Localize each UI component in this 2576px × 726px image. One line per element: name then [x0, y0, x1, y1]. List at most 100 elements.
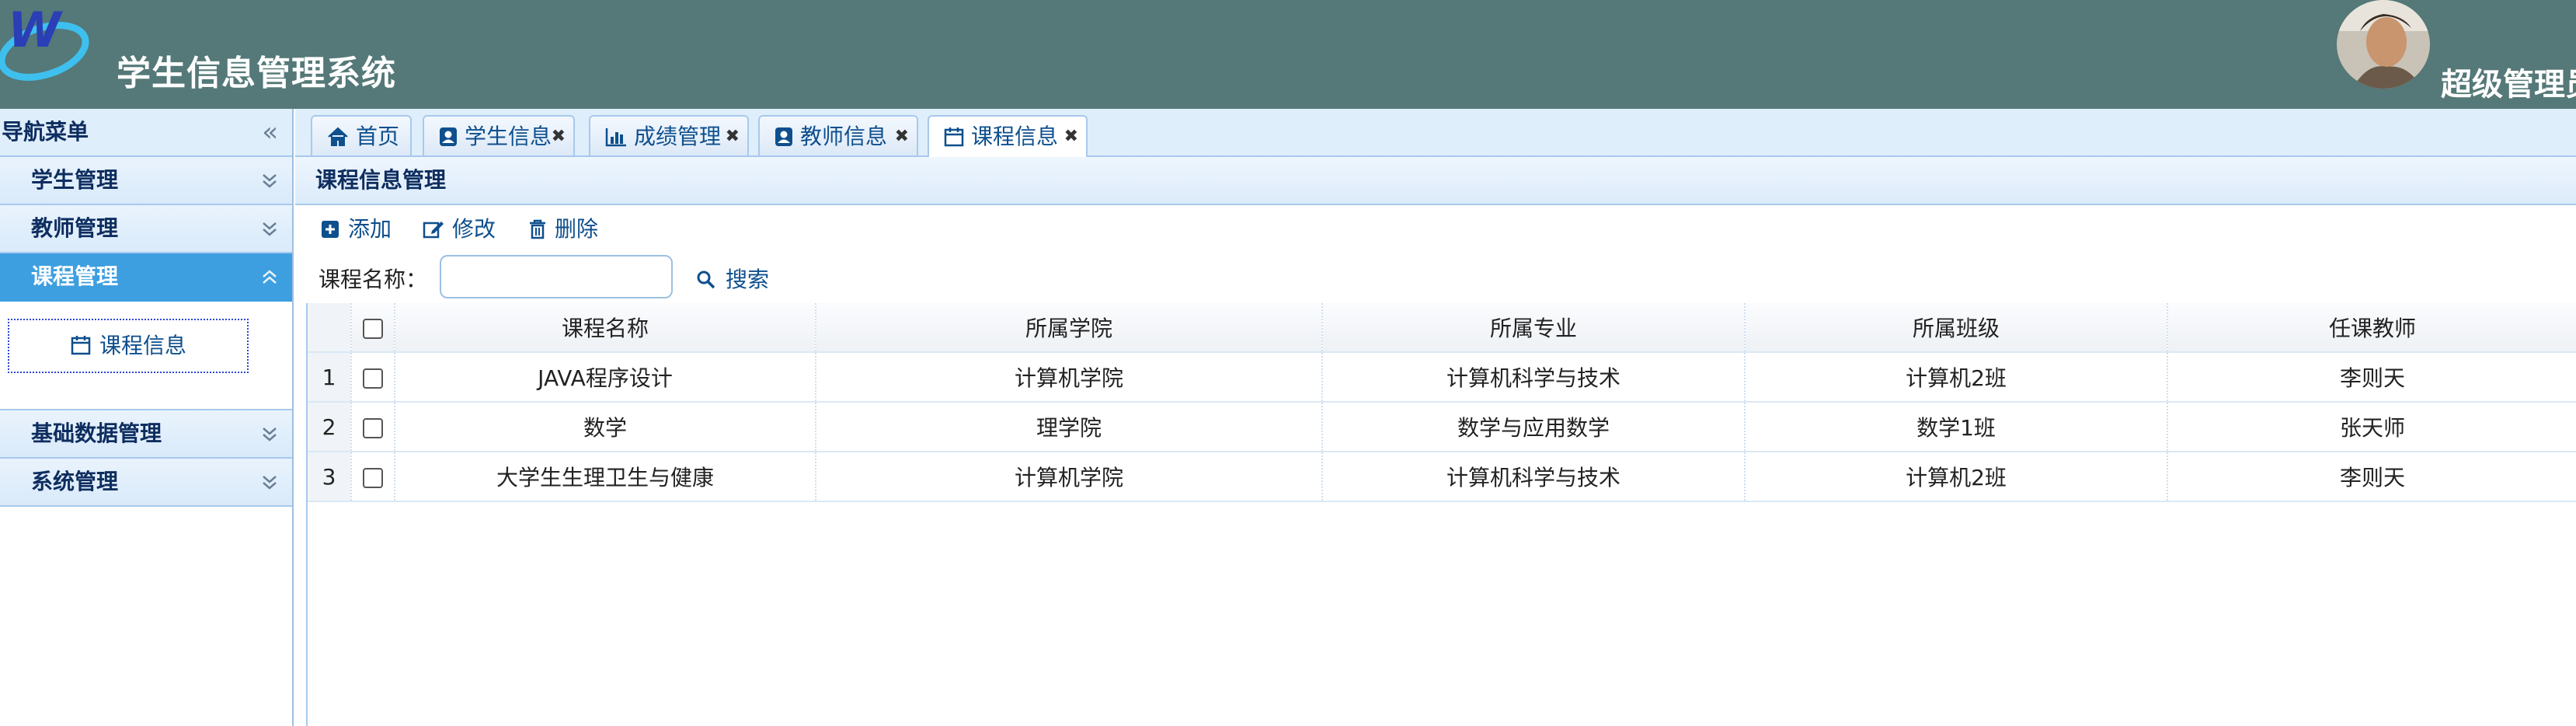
- menu-group-label: 系统管理: [31, 469, 119, 494]
- row-checkbox-cell: [351, 352, 395, 403]
- table-cell: 计算机2班: [1745, 452, 2168, 502]
- sidebar-title: 导航菜单: [2, 119, 89, 145]
- double-chevron-down-icon: [263, 222, 277, 236]
- menu-group-label: 学生管理: [31, 167, 119, 193]
- tab-label: 首页: [356, 124, 400, 149]
- trash-icon: [530, 219, 545, 239]
- table-cell: 张天师: [2167, 402, 2576, 452]
- course-name-input[interactable]: [440, 255, 673, 298]
- column-header[interactable]: 所属班级: [1745, 303, 2168, 353]
- column-header[interactable]: 任课教师: [2167, 303, 2576, 353]
- home-icon: [328, 127, 348, 146]
- table-row[interactable]: 3 大学生生理卫生与健康 计算机学院 计算机科学与技术 计算机2班 李则天: [308, 452, 2576, 502]
- table-cell: 数学: [395, 402, 816, 452]
- menu-group-teacher[interactable]: 教师管理: [0, 205, 292, 253]
- row-checkbox[interactable]: [363, 368, 383, 389]
- tab-label: 教师信息: [800, 124, 888, 149]
- delete-button[interactable]: 删除: [528, 213, 598, 246]
- column-header[interactable]: 所属学院: [816, 303, 1323, 353]
- user-card-icon: [775, 127, 792, 146]
- bar-chart-icon: [605, 128, 626, 147]
- w-logo-icon: W: [0, 2, 89, 81]
- user-card-icon: [440, 127, 457, 146]
- table-cell: 计算机科学与技术: [1322, 352, 1746, 403]
- close-tab-icon[interactable]: ✖: [895, 117, 909, 157]
- column-header[interactable]: 所属专业: [1322, 303, 1746, 353]
- main-content: 首页 学生信息 ✖ 成绩管理 ✖ 教师信息 ✖ 课程信息 ✖ 课程信息管理 添加…: [295, 109, 2576, 726]
- search-bar: 课程名称： 搜索: [295, 252, 2576, 302]
- table-cell: 计算机科学与技术: [1322, 452, 1746, 502]
- toolbar: 添加 修改 删除: [295, 207, 2576, 250]
- double-chevron-up-icon: [263, 270, 277, 284]
- panel-title: 课程信息管理: [295, 157, 2576, 205]
- calendar-icon: [944, 127, 964, 147]
- row-checkbox-cell: [351, 452, 395, 502]
- table-cell: 计算机学院: [816, 352, 1323, 403]
- table-cell: 理学院: [816, 402, 1323, 452]
- table-row[interactable]: 2 数学 理学院 数学与应用数学 数学1班 张天师: [308, 402, 2576, 452]
- row-number: 3: [308, 452, 352, 502]
- tab-label: 课程信息: [971, 124, 1059, 149]
- tab-student-info[interactable]: 学生信息 ✖: [423, 115, 575, 155]
- menu-group-label: 基础数据管理: [31, 421, 162, 446]
- menu-group-student[interactable]: 学生管理: [0, 157, 292, 205]
- column-header[interactable]: 课程名称: [395, 303, 816, 353]
- collapse-sidebar-icon[interactable]: «: [262, 109, 278, 155]
- table-header-row: 课程名称 所属学院 所属专业 所属班级 任课教师: [308, 303, 2576, 353]
- tab-teacher-info[interactable]: 教师信息 ✖: [758, 115, 918, 155]
- delete-button-label: 删除: [555, 216, 599, 242]
- add-button-label: 添加: [348, 216, 392, 242]
- menu-group-basic-data[interactable]: 基础数据管理: [0, 410, 292, 459]
- user-name[interactable]: 超级管理员: [2441, 59, 2576, 104]
- table-cell: 数学1班: [1745, 402, 2168, 452]
- search-button-label: 搜索: [726, 267, 770, 292]
- close-tab-icon[interactable]: ✖: [552, 117, 566, 157]
- row-checkbox[interactable]: [363, 417, 383, 438]
- tab-bar: 首页 学生信息 ✖ 成绩管理 ✖ 教师信息 ✖ 课程信息 ✖: [295, 109, 2576, 159]
- select-all-checkbox[interactable]: [363, 318, 383, 339]
- table-cell: 计算机学院: [816, 452, 1323, 502]
- sidebar-item-course-info[interactable]: 课程信息: [8, 319, 249, 373]
- select-all-checkbox-cell: [351, 303, 395, 353]
- search-icon: [697, 271, 715, 289]
- menu-group-course[interactable]: 课程管理: [0, 253, 292, 302]
- tab-grade-management[interactable]: 成绩管理 ✖: [589, 115, 749, 155]
- row-number-header: [308, 303, 352, 353]
- table-cell: 李则天: [2167, 352, 2576, 403]
- tab-course-info[interactable]: 课程信息 ✖: [928, 115, 1088, 159]
- table-cell: 大学生生理卫生与健康: [395, 452, 816, 502]
- app-title: 学生信息管理系统: [117, 54, 396, 93]
- table-row[interactable]: 1 JAVA程序设计 计算机学院 计算机科学与技术 计算机2班 李则天: [308, 352, 2576, 403]
- double-chevron-down-icon: [263, 174, 277, 188]
- table-cell: JAVA程序设计: [395, 352, 816, 403]
- calendar-icon: [71, 336, 91, 355]
- sidebar-item-label: 课程信息: [99, 333, 186, 358]
- menu-group-system[interactable]: 系统管理: [0, 459, 292, 507]
- row-checkbox[interactable]: [363, 467, 383, 488]
- row-number: 1: [308, 352, 352, 403]
- row-number: 2: [308, 402, 352, 452]
- menu-group-label: 课程管理: [31, 264, 119, 289]
- double-chevron-down-icon: [263, 428, 277, 442]
- table-cell: 计算机2班: [1745, 352, 2168, 403]
- close-tab-icon[interactable]: ✖: [726, 117, 740, 157]
- double-chevron-down-icon: [263, 476, 277, 490]
- edit-button[interactable]: 修改: [423, 213, 496, 246]
- table-cell: 数学与应用数学: [1322, 402, 1746, 452]
- course-submenu: 课程信息: [0, 302, 292, 410]
- menu-group-label: 教师管理: [31, 215, 119, 241]
- tab-label: 成绩管理: [634, 124, 722, 149]
- sidebar: 导航菜单 « 学生管理 教师管理 课程管理 课程信息 基础数据管理 系统管理: [0, 109, 294, 726]
- table-cell: 李则天: [2167, 452, 2576, 502]
- sidebar-header: 导航菜单 «: [0, 109, 292, 157]
- avatar[interactable]: [2337, 0, 2430, 89]
- tab-home[interactable]: 首页: [311, 115, 412, 155]
- plus-square-icon: [322, 221, 339, 238]
- svg-text:W: W: [8, 2, 63, 58]
- search-label: 课程名称：: [319, 267, 428, 292]
- close-tab-icon[interactable]: ✖: [1064, 117, 1078, 157]
- edit-icon: [423, 222, 444, 239]
- search-button[interactable]: 搜索: [696, 263, 769, 294]
- edit-button-label: 修改: [452, 216, 496, 242]
- add-button[interactable]: 添加: [320, 213, 392, 246]
